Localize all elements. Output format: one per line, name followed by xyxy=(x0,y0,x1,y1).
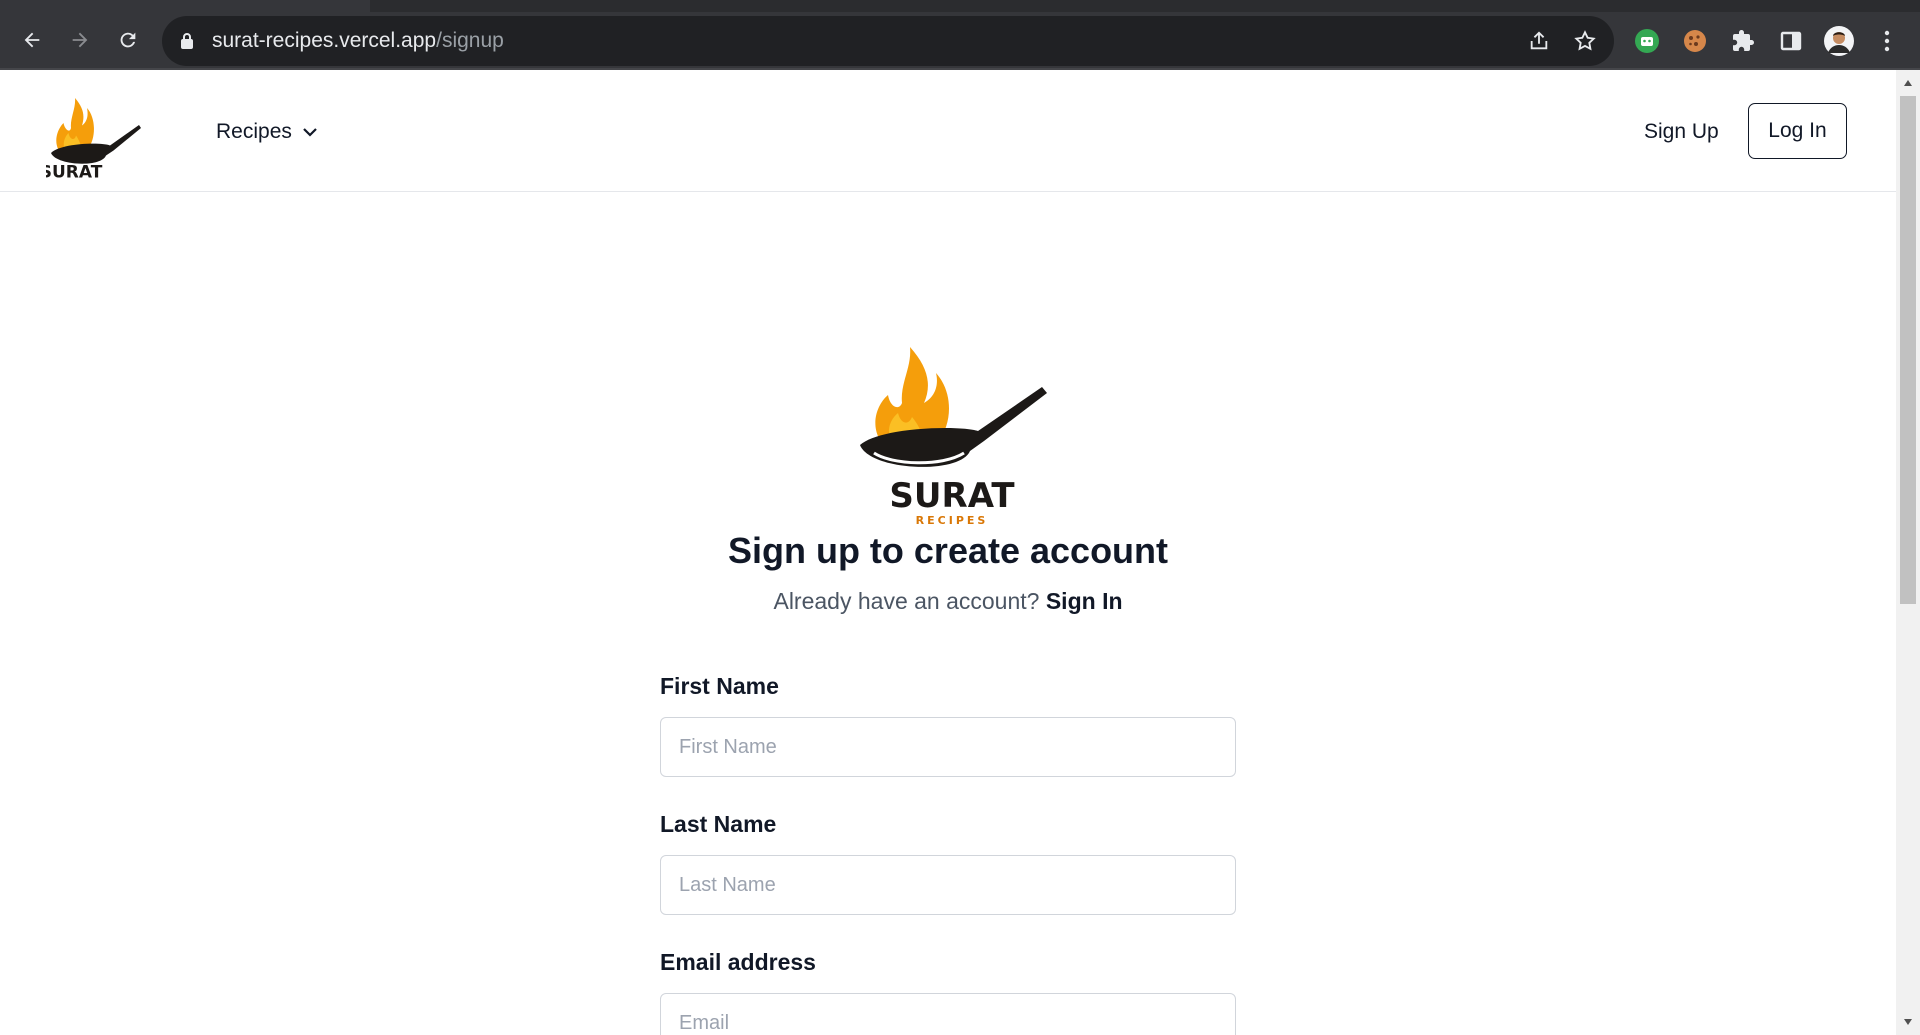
scrollbar-thumb[interactable] xyxy=(1900,96,1916,604)
page-content: SURAT Recipes Sign Up Log In SURAT RECIP… xyxy=(0,70,1896,1035)
main-logo-text: SURAT xyxy=(889,476,1015,516)
url-text: surat-recipes.vercel.app/signup xyxy=(212,29,504,53)
page-title: Sign up to create account xyxy=(727,530,1169,571)
extensions-puzzle-icon[interactable] xyxy=(1728,26,1758,56)
login-button[interactable]: Log In xyxy=(1748,103,1847,159)
first-name-input[interactable] xyxy=(660,717,1236,777)
reload-icon[interactable] xyxy=(110,22,146,58)
url-path: /signup xyxy=(436,29,504,52)
chevron-down-icon xyxy=(303,128,317,137)
forward-icon[interactable] xyxy=(62,22,98,58)
signin-prompt-text: Already have an account? xyxy=(773,588,1040,614)
main-logo: SURAT RECIPES xyxy=(852,335,1052,531)
extension-android-icon[interactable] xyxy=(1632,26,1662,56)
first-name-label: First Name xyxy=(660,673,779,699)
logo-text: SURAT xyxy=(46,163,103,183)
back-icon[interactable] xyxy=(14,22,50,58)
nav-recipes-dropdown[interactable]: Recipes xyxy=(216,120,318,144)
extension-cookie-icon[interactable] xyxy=(1680,26,1710,56)
browser-chrome: surat-recipes.vercel.app/signup xyxy=(0,0,1920,70)
email-label: Email address xyxy=(660,949,816,975)
address-bar[interactable]: surat-recipes.vercel.app/signup xyxy=(162,16,1614,66)
signup-link[interactable]: Sign Up xyxy=(1644,120,1719,144)
scroll-up-icon[interactable] xyxy=(1903,78,1913,88)
last-name-label: Last Name xyxy=(660,811,777,837)
nav-recipes-label: Recipes xyxy=(216,120,292,143)
signin-link[interactable]: Sign In xyxy=(1046,588,1123,614)
scroll-down-icon[interactable] xyxy=(1903,1017,1913,1027)
tab-strip xyxy=(0,0,1920,12)
profile-avatar[interactable] xyxy=(1824,26,1854,56)
active-tab[interactable] xyxy=(0,0,370,12)
star-icon[interactable] xyxy=(1572,28,1598,54)
side-panel-icon[interactable] xyxy=(1776,26,1806,56)
lock-icon[interactable] xyxy=(180,32,194,55)
email-input[interactable] xyxy=(660,993,1236,1035)
browser-toolbar: surat-recipes.vercel.app/signup xyxy=(0,12,1920,70)
signin-prompt: Already have an account? Sign In xyxy=(0,588,1896,615)
page-scrollbar[interactable] xyxy=(1896,70,1920,1035)
header-logo[interactable]: SURAT xyxy=(40,82,146,183)
share-icon[interactable] xyxy=(1526,28,1552,54)
menu-kebab-icon[interactable] xyxy=(1872,26,1902,56)
last-name-input[interactable] xyxy=(660,855,1236,915)
main-logo-subtext: RECIPES xyxy=(916,514,989,527)
site-header: SURAT Recipes Sign Up Log In xyxy=(0,70,1896,192)
url-host: surat-recipes.vercel.app xyxy=(212,29,437,52)
